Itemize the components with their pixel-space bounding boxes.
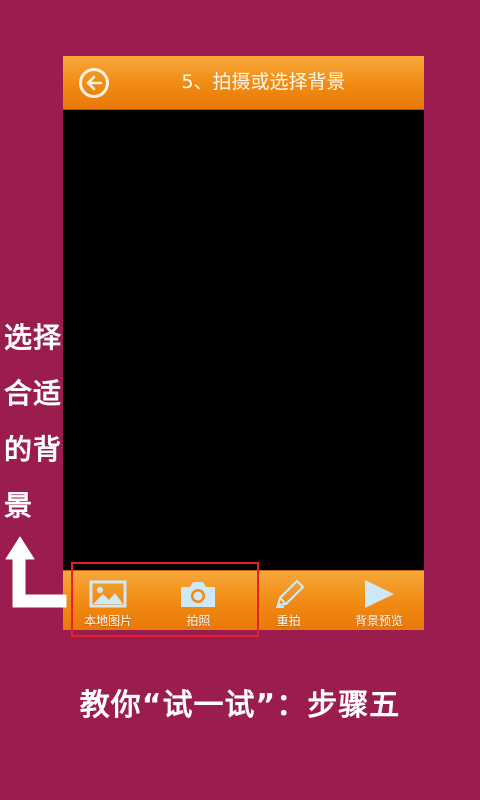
arrow-up-icon: [5, 536, 67, 608]
app-screen: 5、拍摄或选择背景 本地图片 拍照 重拍 背景预览: [63, 56, 424, 630]
tutorial-footer: 教你“试一试”：步骤五: [79, 688, 401, 723]
background-preview-label: 背景预览: [354, 614, 403, 628]
tutorial-side-note: 选择合适的背景: [4, 321, 63, 522]
back-button[interactable]: [79, 68, 109, 98]
arrow-left-icon: [86, 75, 103, 91]
play-icon: [364, 580, 394, 608]
camera-preview[interactable]: [63, 110, 424, 570]
retake-label: 重拍: [276, 614, 301, 628]
highlight-frame: [71, 562, 259, 637]
title-bar: 5、拍摄或选择背景: [63, 56, 424, 110]
page-title: 5、拍摄或选择背景: [181, 71, 346, 93]
background-preview-button[interactable]: 背景预览: [334, 571, 424, 630]
pencil-icon: [275, 579, 304, 608]
